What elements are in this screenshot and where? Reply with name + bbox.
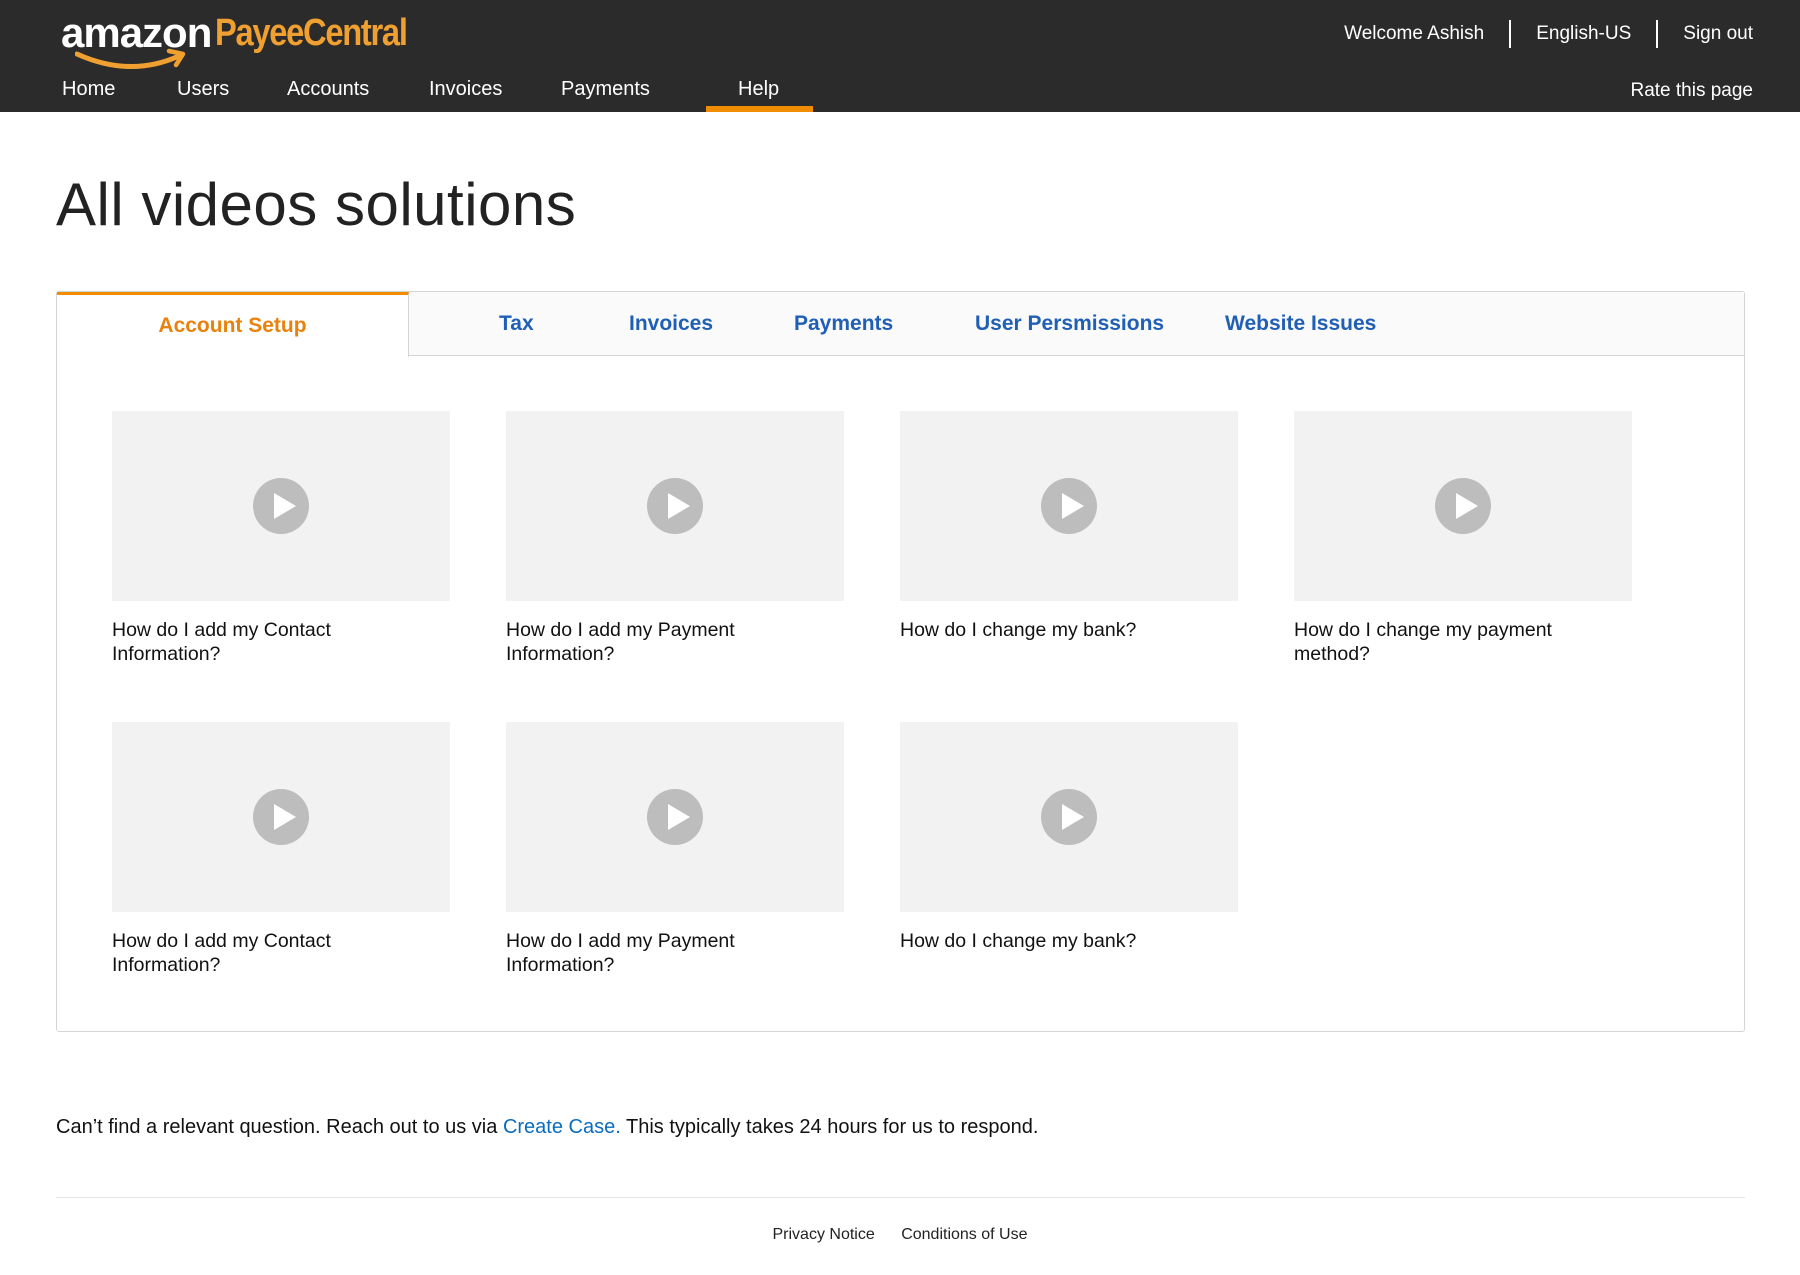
video-title[interactable]: How do I add my Contact Information?: [112, 929, 412, 977]
video-card[interactable]: How do I add my Contact Information?: [112, 411, 450, 666]
amazon-payee-central-logo[interactable]: amazon PayeeCentral: [61, 8, 438, 69]
help-note-text: Can’t find a relevant question. Reach ou…: [56, 1116, 498, 1138]
nav-item-invoices[interactable]: Invoices: [429, 78, 502, 101]
video-card[interactable]: How do I change my bank?: [900, 411, 1238, 642]
video-thumbnail[interactable]: [506, 722, 844, 912]
sign-out-link[interactable]: Sign out: [1683, 23, 1753, 45]
welcome-user-text: Welcome Ashish: [1344, 23, 1485, 44]
tab-website-issues[interactable]: Website Issues: [1225, 312, 1376, 336]
divider: [1656, 20, 1659, 48]
tab-payments[interactable]: Payments: [794, 312, 893, 336]
footer-divider: [56, 1197, 1745, 1198]
video-thumbnail[interactable]: [1294, 411, 1632, 601]
play-icon[interactable]: [647, 789, 703, 845]
video-thumbnail[interactable]: [112, 722, 450, 912]
conditions-of-use-link[interactable]: Conditions of Use: [901, 1226, 1027, 1243]
play-icon[interactable]: [647, 478, 703, 534]
account-links: Welcome Ashish English-US Sign out: [1344, 18, 1753, 50]
tab-bar: Account Setup Tax Invoices Payments User…: [57, 292, 1744, 357]
top-navigation-bar: amazon PayeeCentral Welcome Ashish Engli…: [0, 0, 1800, 112]
help-note: Can’t find a relevant question. Reach ou…: [56, 1116, 1038, 1139]
create-case-link[interactable]: Create Case.: [503, 1116, 621, 1138]
main-nav: Home Users Accounts Invoices Payments He…: [0, 72, 1800, 112]
video-card[interactable]: How do I change my payment method?: [1294, 411, 1632, 666]
video-tabs-panel: Account Setup Tax Invoices Payments User…: [56, 291, 1745, 1032]
video-thumbnail[interactable]: [506, 411, 844, 601]
nav-item-help[interactable]: Help: [738, 78, 779, 101]
video-title[interactable]: How do I change my payment method?: [1294, 618, 1594, 666]
video-thumbnail[interactable]: [900, 722, 1238, 912]
page-title: All videos solutions: [56, 171, 577, 238]
tab-invoices[interactable]: Invoices: [629, 312, 713, 336]
video-card[interactable]: How do I add my Contact Information?: [112, 722, 450, 977]
play-icon[interactable]: [1041, 478, 1097, 534]
play-icon[interactable]: [253, 789, 309, 845]
help-note-text-after: This typically takes 24 hours for us to …: [626, 1116, 1039, 1138]
nav-item-payments[interactable]: Payments: [561, 78, 650, 101]
play-icon[interactable]: [1041, 789, 1097, 845]
video-thumbnail[interactable]: [112, 411, 450, 601]
tab-tax[interactable]: Tax: [499, 312, 534, 336]
video-card[interactable]: How do I add my Payment Information?: [506, 722, 844, 977]
video-card[interactable]: How do I add my Payment Information?: [506, 411, 844, 666]
play-icon[interactable]: [253, 478, 309, 534]
privacy-notice-link[interactable]: Privacy Notice: [773, 1226, 875, 1243]
video-title[interactable]: How do I add my Payment Information?: [506, 618, 806, 666]
nav-item-accounts[interactable]: Accounts: [287, 78, 369, 101]
video-title[interactable]: How do I add my Payment Information?: [506, 929, 806, 977]
video-title[interactable]: How do I change my bank?: [900, 929, 1200, 953]
rate-this-page-link[interactable]: Rate this page: [1630, 80, 1753, 102]
divider: [1509, 20, 1512, 48]
language-selector[interactable]: English-US: [1536, 23, 1631, 45]
amazon-smile-icon: [75, 48, 186, 69]
tab-user-permissions[interactable]: User Persmissions: [975, 312, 1164, 336]
video-card[interactable]: How do I change my bank?: [900, 722, 1238, 953]
footer-links: Privacy Notice Conditions of Use: [0, 1226, 1800, 1244]
video-title[interactable]: How do I add my Contact Information?: [112, 618, 412, 666]
video-title[interactable]: How do I change my bank?: [900, 618, 1200, 642]
video-thumbnail[interactable]: [900, 411, 1238, 601]
logo-payee-central-wordmark: PayeeCentral: [215, 12, 408, 54]
play-icon[interactable]: [1435, 478, 1491, 534]
nav-item-users[interactable]: Users: [177, 78, 229, 101]
tab-account-setup[interactable]: Account Setup: [57, 292, 409, 357]
nav-item-home[interactable]: Home: [62, 78, 115, 101]
active-nav-indicator: [706, 106, 813, 112]
